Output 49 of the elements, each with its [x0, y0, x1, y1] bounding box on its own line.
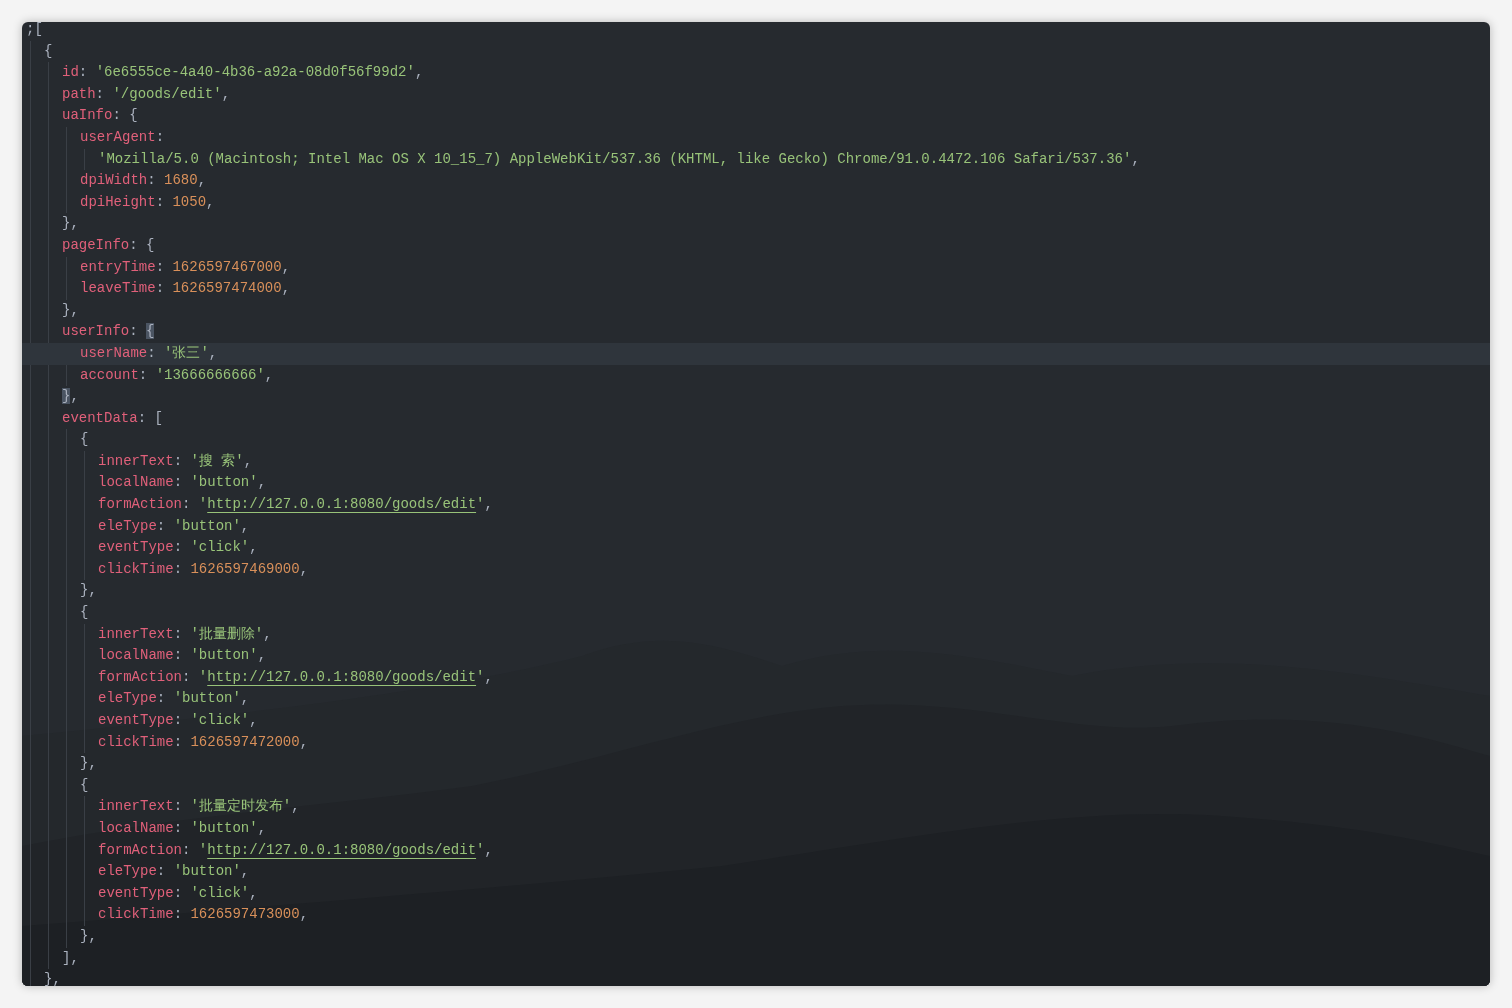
- code-line: 'Mozilla/5.0 (Macintosh; Intel Mac OS X 10_15_7) AppleWebKit/537.36 (KHTML, like Gecko) Chrome/91.0.4472.106 Safari/537.36',: [97, 149, 1141, 169]
- code-line: path: '/goods/edit',: [61, 84, 232, 104]
- code-line: },: [61, 214, 80, 234]
- code-line: clickTime: 1626597473000,: [97, 905, 310, 925]
- code-line: },: [79, 581, 98, 601]
- code-line: },: [79, 754, 98, 774]
- code-line: account: '13666666666',: [79, 365, 275, 385]
- code-line: {: [79, 603, 90, 623]
- code-line: {: [79, 775, 90, 795]
- code-line: {: [79, 430, 90, 450]
- code-line: leaveTime: 1626597474000,: [79, 279, 292, 299]
- code-line: {: [43, 41, 54, 61]
- code-line: formAction: 'http://127.0.0.1:8080/goods/edit',: [97, 495, 494, 515]
- code-line: eleType: 'button',: [97, 862, 251, 882]
- code-line: formAction: 'http://127.0.0.1:8080/goods/edit',: [97, 840, 494, 860]
- code-line: localName: 'button',: [97, 646, 268, 666]
- bracket-match-highlight: {: [146, 323, 155, 340]
- code-line: clickTime: 1626597469000,: [97, 559, 310, 579]
- code-line: eventType: 'click',: [97, 883, 259, 903]
- code-line: innerText: '批量定时发布',: [97, 797, 301, 817]
- code-line: eleType: 'button',: [97, 516, 251, 536]
- code-line: ],: [61, 948, 80, 968]
- bracket-match-highlight: }: [62, 388, 71, 405]
- code-line: localName: 'button',: [97, 473, 268, 493]
- code-line: eventType: 'click',: [97, 711, 259, 730]
- code-line: entryTime: 1626597467000,: [79, 257, 292, 277]
- code-line: clickTime: 1626597472000,: [97, 732, 310, 752]
- code-line: },: [43, 970, 62, 986]
- code-line: userAgent:: [79, 127, 166, 147]
- code-line: uaInfo: {: [61, 106, 139, 126]
- code-line: },: [61, 300, 80, 320]
- url-link[interactable]: http://127.0.0.1:8080/goods/edit: [207, 496, 477, 513]
- code-line: eventData: [: [61, 408, 164, 428]
- code-line: userInfo: {: [61, 322, 156, 342]
- code-line: },: [61, 387, 80, 407]
- code-line: eventType: 'click',: [97, 538, 259, 558]
- code-line: innerText: '搜 索',: [97, 451, 254, 471]
- code-line: id: '6e6555ce-4a40-4b36-a92a-08d0f56f99d2',: [61, 63, 425, 83]
- code-line: pageInfo: {: [61, 235, 156, 255]
- code-line: ;[: [25, 22, 44, 39]
- url-link[interactable]: http://127.0.0.1:8080/goods/edit: [207, 668, 477, 685]
- url-link[interactable]: http://127.0.0.1:8080/goods/edit: [207, 841, 477, 858]
- code-line: dpiWidth: 1680,: [79, 171, 208, 191]
- code-line: formAction: 'http://127.0.0.1:8080/goods/edit',: [97, 667, 494, 687]
- code-line: innerText: '批量删除',: [97, 624, 273, 644]
- code-line: eleType: 'button',: [97, 689, 251, 709]
- code-line: localName: 'button',: [97, 818, 268, 838]
- code-line: },: [79, 926, 98, 946]
- code-line: dpiHeight: 1050,: [79, 192, 216, 212]
